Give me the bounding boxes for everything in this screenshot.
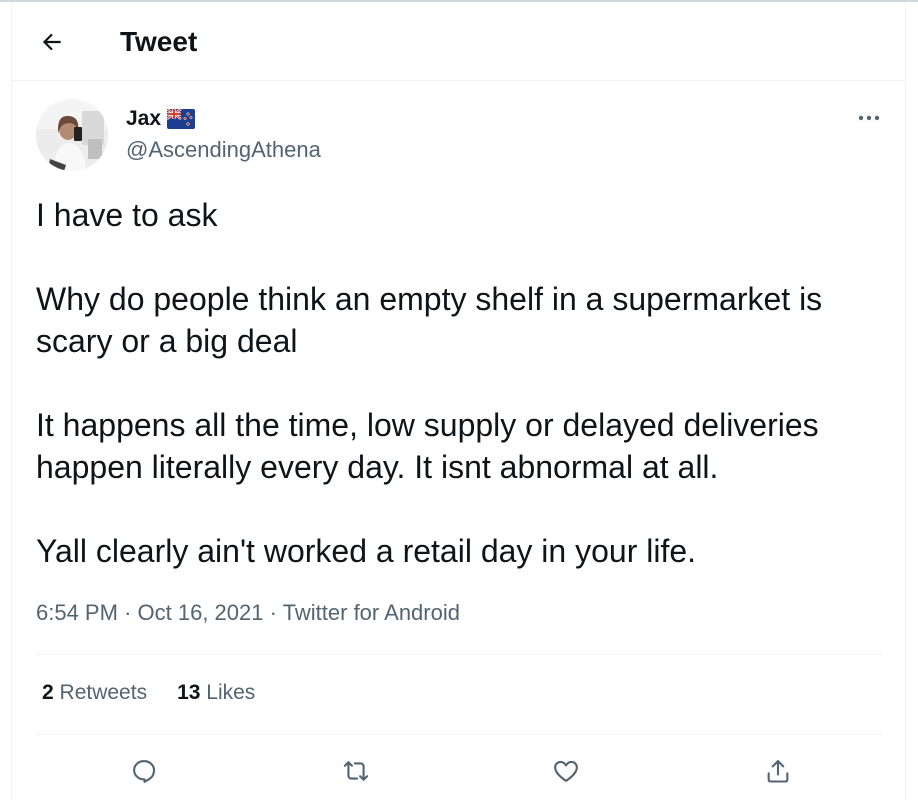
author-name: Jax <box>126 107 162 130</box>
tweet-metadata: 6:54 PM · Oct 16, 2021 · Twitter for And… <box>36 599 460 627</box>
tweet-paragraph: It happens all the time, low supply or d… <box>36 407 819 485</box>
action-bar <box>12 747 905 795</box>
share-button[interactable] <box>756 749 800 793</box>
like-button[interactable] <box>544 749 588 793</box>
reply-icon <box>133 760 156 783</box>
likes-count: 13 <box>177 681 201 704</box>
more-horizontal-icon <box>858 115 880 121</box>
retweets-count: 2 <box>42 681 54 704</box>
new-zealand-flag-icon <box>166 108 196 129</box>
page-title: Tweet <box>120 26 198 57</box>
tweet-paragraph: Why do people think an empty shelf in a … <box>36 281 823 359</box>
retweets-stat[interactable]: 2 Retweets <box>42 679 147 707</box>
tweet-paragraph: I have to ask <box>36 197 218 233</box>
reply-button[interactable] <box>122 749 166 793</box>
tweet-page: Tweet Jax @AscendingAthena I have to ask… <box>0 0 918 800</box>
likes-stat[interactable]: 13 Likes <box>177 679 255 707</box>
divider <box>36 734 883 735</box>
page-header: Tweet <box>12 2 905 81</box>
meta-separator: · <box>124 600 138 625</box>
tweet-date[interactable]: Oct 16, 2021 <box>138 600 264 625</box>
likes-label: Likes <box>206 681 256 704</box>
retweets-label: Retweets <box>59 681 148 704</box>
divider <box>36 654 883 655</box>
retweet-icon <box>343 761 369 781</box>
tweet-time[interactable]: 6:54 PM <box>36 600 118 625</box>
arrow-left-icon <box>42 33 61 51</box>
tweet-paragraph: Yall clearly ain't worked a retail day i… <box>36 533 697 569</box>
tweet-source[interactable]: Twitter for Android <box>283 600 460 625</box>
avatar-image <box>36 99 108 171</box>
tweet-stats: 2 Retweets 13 Likes <box>42 679 255 707</box>
avatar[interactable] <box>36 99 108 171</box>
tweet-text: I have to ask Why do people think an emp… <box>36 194 896 572</box>
meta-separator: · <box>269 600 283 625</box>
more-options-button[interactable] <box>853 106 885 130</box>
author-handle[interactable]: @AscendingAthena <box>126 136 321 164</box>
author-name-row[interactable]: Jax <box>126 106 196 132</box>
heart-icon <box>554 760 578 782</box>
retweet-button[interactable] <box>334 749 378 793</box>
share-icon <box>767 760 789 783</box>
tweet-column: Tweet Jax @AscendingAthena I have to ask… <box>11 2 906 800</box>
back-button[interactable] <box>34 24 70 60</box>
